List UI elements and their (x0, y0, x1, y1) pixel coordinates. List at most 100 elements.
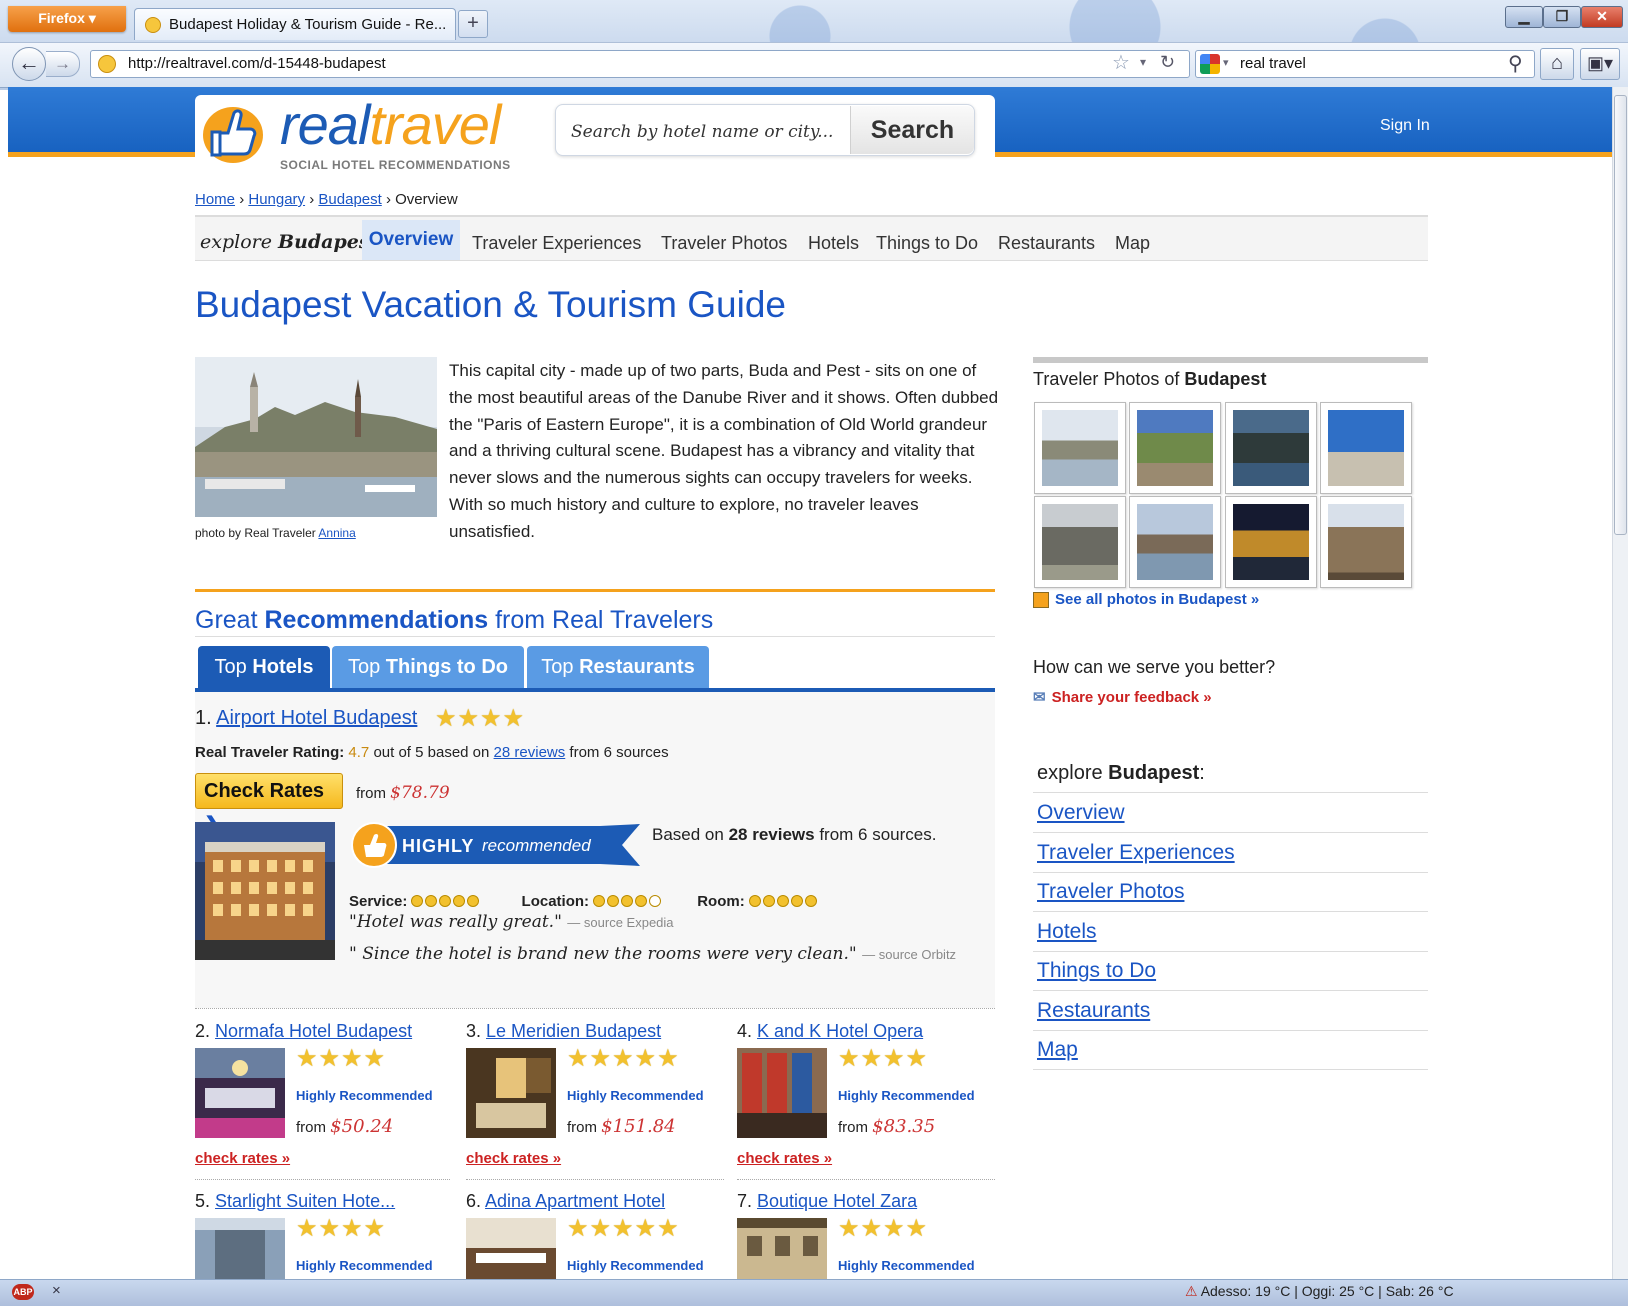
hotel-card-title: 2. Normafa Hotel Budapest (195, 1021, 413, 1041)
hotel-link[interactable]: Boutique Hotel Zara (757, 1191, 917, 1211)
sidebar-link-hotels[interactable]: Hotels (1037, 920, 1097, 944)
featured-hotel-stars: ★★★★ (435, 705, 526, 732)
budapest-intro-photo[interactable] (195, 357, 437, 517)
recommendations-heading: Great Recommendations from Real Traveler… (195, 606, 714, 634)
sidebar-line (1033, 832, 1428, 833)
url-history-dropdown-icon[interactable]: ▾ (1140, 55, 1146, 69)
search-engine-dropdown-icon[interactable]: ▾ (1223, 56, 1229, 69)
hotel-stars: ★★★★★ (567, 1045, 680, 1072)
logo-tagline: SOCIAL HOTEL RECOMMENDATIONS (280, 158, 511, 172)
explore-tab-things-to-do[interactable]: Things to Do (876, 233, 978, 254)
traveler-photo-thumbnail[interactable] (1225, 496, 1317, 588)
share-feedback-link[interactable]: ✉ Share your feedback » (1033, 688, 1212, 706)
explore-tab-hotels[interactable]: Hotels (808, 233, 859, 254)
back-button[interactable]: ← (12, 47, 46, 81)
traveler-photo-thumbnail[interactable] (1034, 402, 1126, 494)
sidebar-line (1033, 990, 1428, 991)
sidebar-link-traveler-experiences[interactable]: Traveler Experiences (1037, 841, 1235, 865)
forward-arrow-icon: → (54, 54, 71, 73)
sidebar-link-restaurants[interactable]: Restaurants (1037, 999, 1150, 1023)
traveler-photo-thumbnail[interactable] (1320, 496, 1412, 588)
bookmark-star-icon[interactable]: ☆ (1112, 50, 1130, 75)
minimize-button[interactable]: ▁ (1505, 6, 1543, 28)
traveler-photo-thumbnail[interactable] (1320, 402, 1412, 494)
sidebar-link-overview[interactable]: Overview (1037, 801, 1125, 825)
hotel-photo[interactable] (466, 1218, 556, 1279)
sidebar-line (1033, 872, 1428, 873)
traveler-photo-thumbnail[interactable] (1225, 402, 1317, 494)
hotel-photo[interactable] (466, 1048, 556, 1138)
hotel-link[interactable]: Le Meridien Budapest (486, 1021, 661, 1041)
traveler-photo-thumbnail[interactable] (1129, 496, 1221, 588)
hotel-link[interactable]: Normafa Hotel Budapest (215, 1021, 412, 1041)
traveler-photo-thumbnail[interactable] (1034, 496, 1126, 588)
check-rates-button[interactable]: Check Rates ❯ (195, 773, 343, 836)
photo-credit-author-link[interactable]: Annina (318, 526, 355, 540)
explore-tab-overview[interactable]: Overview (362, 220, 460, 260)
hotel-stars: ★★★★ (296, 1045, 387, 1072)
explore-tab-map[interactable]: Map (1115, 233, 1150, 254)
hotel-card-title: 3. Le Meridien Budapest (466, 1021, 662, 1041)
explore-tab-traveler-experiences[interactable]: Traveler Experiences (472, 233, 641, 254)
hotel-link[interactable]: Adina Apartment Hotel (485, 1191, 665, 1211)
thumbs-up-logo-icon[interactable] (198, 95, 268, 167)
explore-tab-restaurants[interactable]: Restaurants (998, 233, 1095, 254)
check-rates-link[interactable]: check rates » (466, 1150, 561, 1167)
traveler-photo-thumbnail[interactable] (1129, 402, 1221, 494)
check-rates-link[interactable]: check rates » (737, 1150, 832, 1167)
hotel-photo[interactable] (737, 1048, 827, 1138)
weather-status: ⚠ Adesso: 19 °C | Oggi: 25 °C | Sab: 26 … (1185, 1283, 1454, 1299)
card-divider (466, 1179, 724, 1181)
hotel-photo[interactable] (195, 1048, 285, 1138)
close-addon-bar-button[interactable]: × (52, 1282, 61, 1299)
card-divider (737, 1179, 995, 1181)
breadcrumb-separator: › (239, 191, 245, 208)
hotel-link[interactable]: Starlight Suiten Hote... (215, 1191, 395, 1211)
forward-button[interactable]: → (46, 51, 80, 77)
review-quote: "Hotel was really great." — source Exped… (349, 912, 674, 932)
adblock-icon[interactable]: ABP (12, 1284, 34, 1300)
sidebar-line (1033, 951, 1428, 952)
close-window-button[interactable]: ✕ (1581, 6, 1623, 28)
browser-search-input[interactable]: real travel (1240, 55, 1306, 72)
breadcrumb-budapest[interactable]: Budapest (318, 191, 381, 208)
site-logo[interactable]: realtravel (280, 92, 501, 157)
featured-reviews-link[interactable]: 28 reviews (494, 744, 566, 761)
url-text[interactable]: http://realtravel.com/d-15448-budapest (128, 55, 386, 72)
hotel-link[interactable]: K and K Hotel Opera (757, 1021, 923, 1041)
bookmarks-button[interactable]: ▣▾ (1580, 48, 1620, 80)
featured-hotel-link[interactable]: Airport Hotel Budapest (216, 707, 417, 729)
browser-tab[interactable]: Budapest Holiday & Tourism Guide - Re... (134, 8, 456, 40)
tab-top-hotels[interactable]: Top Hotels (198, 646, 330, 688)
breadcrumb-current: Overview (395, 191, 458, 208)
heading-underline (195, 636, 995, 637)
site-search-button[interactable]: Search (850, 106, 974, 154)
hotel-search-input[interactable]: Search by hotel name or city... (571, 122, 833, 142)
hotel-photo[interactable] (737, 1218, 827, 1279)
featured-hotel-photo[interactable] (195, 822, 335, 960)
site-identity-icon[interactable] (98, 55, 116, 73)
see-all-photos-link[interactable]: See all photos in Budapest » (1033, 591, 1259, 609)
sidebar-link-map[interactable]: Map (1037, 1038, 1078, 1062)
google-search-engine-icon[interactable] (1200, 54, 1220, 74)
highly-recommended-badge: HIGHLY recommended (351, 822, 640, 868)
magnifier-icon[interactable]: ⚲ (1508, 51, 1523, 76)
home-button[interactable]: ⌂ (1540, 48, 1574, 80)
sign-in-link[interactable]: Sign In (1380, 117, 1430, 135)
new-tab-button[interactable]: + (458, 10, 488, 38)
sidebar-link-things-to-do[interactable]: Things to Do (1037, 959, 1156, 983)
breadcrumb-hungary[interactable]: Hungary (248, 191, 305, 208)
scrollbar-thumb[interactable] (1614, 95, 1627, 535)
photo-credit: photo by Real Traveler Annina (195, 526, 356, 540)
tab-top-restaurants[interactable]: Top Restaurants (527, 646, 709, 688)
maximize-button[interactable]: ❐ (1543, 6, 1581, 28)
check-rates-link[interactable]: check rates » (195, 1150, 290, 1167)
badge-recommended-text: recommended (482, 836, 591, 855)
tab-top-things-to-do[interactable]: Top Things to Do (332, 646, 524, 688)
sidebar-link-traveler-photos[interactable]: Traveler Photos (1037, 880, 1184, 904)
breadcrumb-home[interactable]: Home (195, 191, 235, 208)
firefox-menu-button[interactable]: Firefox ▾ (8, 6, 126, 32)
explore-tab-traveler-photos[interactable]: Traveler Photos (661, 233, 787, 254)
reload-icon[interactable]: ↻ (1160, 52, 1175, 73)
hotel-photo[interactable] (195, 1218, 285, 1279)
